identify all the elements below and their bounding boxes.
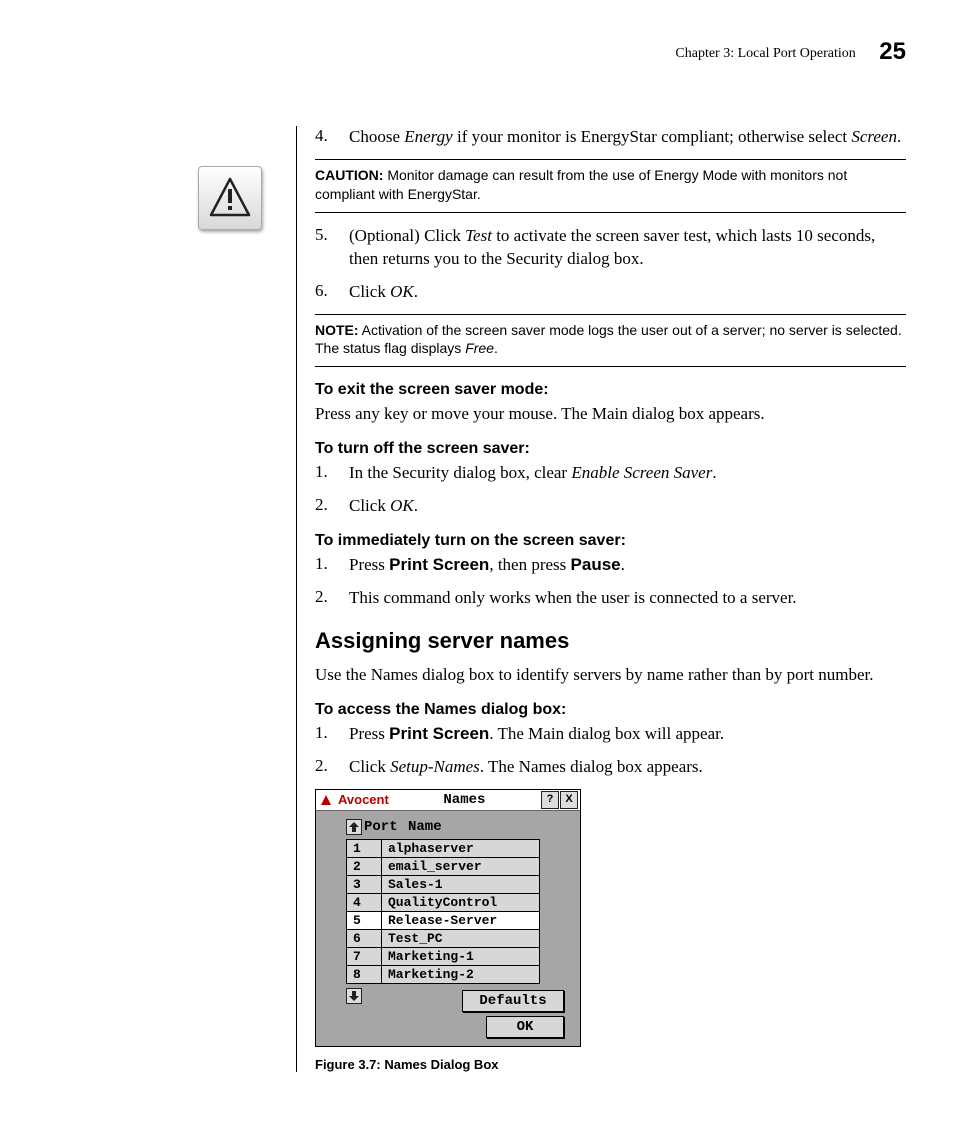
table-row[interactable]: 3Sales-1 — [347, 875, 540, 893]
port-cell: 5 — [347, 911, 382, 929]
access-step-2: 2. Click Setup-Names. The Names dialog b… — [315, 756, 906, 779]
brand-logo-icon — [318, 792, 334, 808]
subhead-turnoff: To turn off the screen saver: — [315, 440, 906, 458]
dialog-title: Names — [389, 792, 540, 808]
step-text: Choose Energy if your monitor is EnergyS… — [349, 126, 906, 149]
turnoff-step-1: 1. In the Security dialog box, clear Ena… — [315, 462, 906, 485]
names-dialog: Avocent Names ? X Port Name 1alphaserver… — [315, 789, 581, 1047]
col-port[interactable]: Port — [364, 819, 408, 835]
caution-callout: CAUTION: Monitor damage can result from … — [315, 159, 906, 213]
subhead-access: To access the Names dialog box: — [315, 701, 906, 719]
turnon-step-2: 2. This command only works when the user… — [315, 587, 906, 610]
close-button[interactable]: X — [560, 791, 578, 809]
name-cell: Marketing-1 — [382, 947, 540, 965]
table-row[interactable]: 2email_server — [347, 857, 540, 875]
name-cell: Marketing-2 — [382, 965, 540, 983]
step-4: 4. Choose Energy if your monitor is Ener… — [315, 126, 906, 149]
name-cell: email_server — [382, 857, 540, 875]
turnon-step-1: 1. Press Print Screen, then press Pause. — [315, 554, 906, 577]
table-row[interactable]: 7Marketing-1 — [347, 947, 540, 965]
step-number: 5. — [315, 225, 349, 271]
vertical-rule — [296, 126, 307, 1072]
defaults-button[interactable]: Defaults — [462, 990, 564, 1012]
name-cell: Sales-1 — [382, 875, 540, 893]
note-callout: NOTE: Activation of the screen saver mod… — [315, 314, 906, 368]
step-6: 6. Click OK. — [315, 281, 906, 304]
note-label: NOTE: — [315, 322, 359, 338]
name-cell: Test_PC — [382, 929, 540, 947]
h2-assigning: Assigning server names — [315, 628, 906, 654]
chapter-title: Chapter 3: Local Port Operation — [675, 46, 855, 61]
table-row[interactable]: 4QualityControl — [347, 893, 540, 911]
dialog-titlebar: Avocent Names ? X — [316, 790, 580, 811]
caution-text: Monitor damage can result from the use o… — [315, 167, 847, 202]
port-cell: 6 — [347, 929, 382, 947]
figure-caption: Figure 3.7: Names Dialog Box — [315, 1057, 906, 1072]
names-table: 1alphaserver2email_server3Sales-14Qualit… — [346, 839, 540, 984]
column-headers: Port Name — [346, 819, 572, 835]
step-number: 4. — [315, 126, 349, 149]
col-name[interactable]: Name — [408, 819, 442, 835]
subhead-exit: To exit the screen saver mode: — [315, 381, 906, 399]
table-row[interactable]: 6Test_PC — [347, 929, 540, 947]
port-cell: 4 — [347, 893, 382, 911]
ok-button[interactable]: OK — [486, 1016, 564, 1038]
sort-icon[interactable] — [346, 819, 362, 835]
caution-label: CAUTION: — [315, 167, 383, 183]
name-cell: QualityControl — [382, 893, 540, 911]
help-button[interactable]: ? — [541, 791, 559, 809]
step-text: (Optional) Click Test to activate the sc… — [349, 225, 906, 271]
step-text: Click OK. — [349, 281, 906, 304]
port-cell: 3 — [347, 875, 382, 893]
name-cell: Release-Server — [382, 911, 540, 929]
step-number: 6. — [315, 281, 349, 304]
page-number: 25 — [879, 38, 906, 65]
step-5: 5. (Optional) Click Test to activate the… — [315, 225, 906, 271]
port-cell: 7 — [347, 947, 382, 965]
para: Use the Names dialog box to identify ser… — [315, 664, 906, 687]
brand-text: Avocent — [338, 792, 389, 807]
name-cell: alphaserver — [382, 839, 540, 857]
turnoff-step-2: 2. Click OK. — [315, 495, 906, 518]
access-step-1: 1. Press Print Screen. The Main dialog b… — [315, 723, 906, 746]
caution-icon — [198, 166, 262, 230]
table-row[interactable]: 8Marketing-2 — [347, 965, 540, 983]
port-cell: 8 — [347, 965, 382, 983]
table-row[interactable]: 1alphaserver — [347, 839, 540, 857]
table-row[interactable]: 5Release-Server — [347, 911, 540, 929]
port-cell: 1 — [347, 839, 382, 857]
subhead-turnon: To immediately turn on the screen saver: — [315, 532, 906, 550]
port-cell: 2 — [347, 857, 382, 875]
page-header: Chapter 3: Local Port Operation 25 — [48, 38, 906, 66]
para: Press any key or move your mouse. The Ma… — [315, 403, 906, 426]
